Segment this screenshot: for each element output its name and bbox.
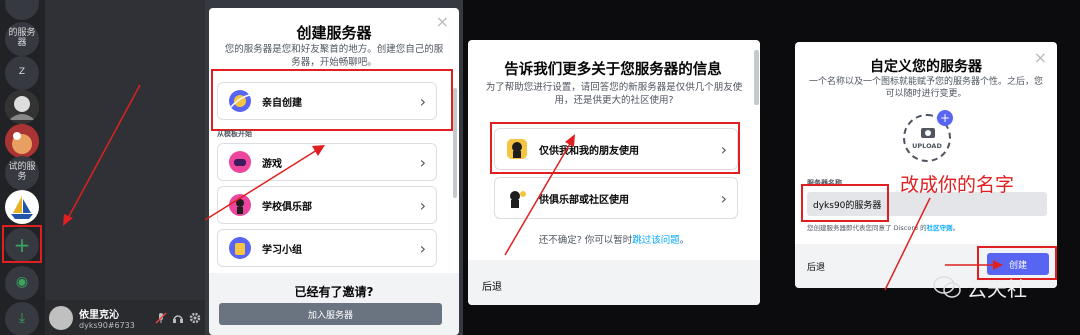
server-rail: 的服务器 Z 试的服务 + ◉ ⤓ [0, 0, 45, 335]
skip-question-link[interactable]: 跳过该问题 [632, 235, 680, 246]
microphone-icon[interactable] [155, 311, 167, 324]
option-study-group[interactable]: 学习小组 › [217, 229, 437, 267]
server-label: 的服务器 [8, 28, 36, 48]
unsure-suffix: 。 [679, 235, 690, 246]
join-server-button[interactable]: 加入服务器 [219, 303, 442, 325]
customize-server-panel: × 自定义您的服务器 一个名称以及一个图标就能赋予您的服务器个性。之后，您可以随… [765, 0, 1080, 335]
explore-servers-button[interactable]: ◉ [5, 266, 39, 300]
plus-icon: + [937, 110, 953, 126]
discord-sidebar-panel: 的服务器 Z 试的服务 + ◉ ⤓ 依里克沁 dyks90#6733 [0, 0, 205, 335]
arrow-annotation [504, 134, 575, 256]
chevron-right-icon: › [419, 195, 426, 215]
modal-subtitle: 为了帮助您进行设置，请回答您的新服务器是仅供几个朋友使用，还是供更大的社区使用? [485, 82, 743, 106]
back-button[interactable]: 后退 [482, 278, 502, 293]
server-label: Z [18, 67, 26, 78]
server-icon-1[interactable]: 的服务器 [5, 22, 39, 56]
upload-icon-button[interactable]: UPLOAD + [903, 110, 953, 162]
boat-icon [11, 196, 33, 219]
highlight-box [2, 225, 42, 263]
compass-icon: ◉ [15, 274, 29, 291]
server-icon-6[interactable] [5, 190, 39, 224]
server-icon-3[interactable] [5, 90, 39, 124]
download-apps-button[interactable]: ⤓ [5, 302, 39, 335]
modal-footer: 后退 [468, 260, 760, 305]
server-icon-5[interactable]: 试的服务 [5, 156, 39, 190]
modal-title: 自定义您的服务器 [870, 59, 982, 75]
create-server-panel: × 创建服务器 您的服务器是您和好友聚首的地方。创建您自己的服务器，开始畅聊吧。… [205, 0, 463, 335]
modal-footer: 已经有了邀请? 加入服务器 [209, 273, 459, 335]
server-icon-2[interactable]: Z [5, 56, 39, 90]
watermark-text: 云天社 [967, 276, 1027, 301]
back-button[interactable]: 后退 [807, 260, 825, 273]
modal-title: 告诉我们更多关于您服务器的信息 [504, 62, 722, 78]
modal-subtitle: 您的服务器是您和好友聚首的地方。创建您自己的服务器，开始畅聊吧。 [224, 44, 444, 68]
chevron-right-icon: › [720, 188, 727, 208]
modal-subtitle: 一个名称以及一个图标就能赋予您的服务器个性。之后，您可以随时进行变更。 [809, 77, 1044, 100]
user-tag: dyks90#6733 [79, 320, 135, 330]
option-label: 学习小组 [262, 244, 302, 256]
download-icon: ⤓ [18, 310, 26, 327]
chevron-right-icon: › [419, 238, 426, 258]
gear-icon[interactable] [189, 312, 201, 324]
headphones-icon[interactable] [172, 312, 184, 324]
highlight-box [211, 69, 453, 131]
chevron-right-icon: › [419, 152, 426, 172]
avatar-image [5, 90, 39, 124]
watermark: 云天社 [933, 272, 1027, 302]
avatar-image [5, 124, 39, 158]
backpack-icon [229, 237, 251, 259]
server-icon-4[interactable] [5, 124, 39, 158]
server-icon-top[interactable] [5, 0, 39, 20]
scrollbar[interactable] [453, 88, 457, 198]
avatar[interactable] [49, 305, 73, 330]
server-label: 试的服务 [8, 162, 36, 182]
upload-label: UPLOAD [912, 142, 942, 150]
camera-icon [921, 128, 935, 138]
invite-title: 已经有了邀请? [294, 285, 374, 299]
scrollbar[interactable] [754, 50, 759, 105]
arrow-annotation [63, 84, 141, 226]
user-panel: 依里克沁 dyks90#6733 [45, 300, 205, 335]
arrow-annotation [205, 145, 325, 221]
wechat-icon [933, 276, 961, 298]
server-info-panel: 告诉我们更多关于您服务器的信息 为了帮助您进行设置，请回答您的新服务器是仅供几个… [463, 0, 765, 335]
modal-title: 创建服务器 [296, 24, 372, 42]
user-name: 依里克沁 [79, 309, 119, 321]
